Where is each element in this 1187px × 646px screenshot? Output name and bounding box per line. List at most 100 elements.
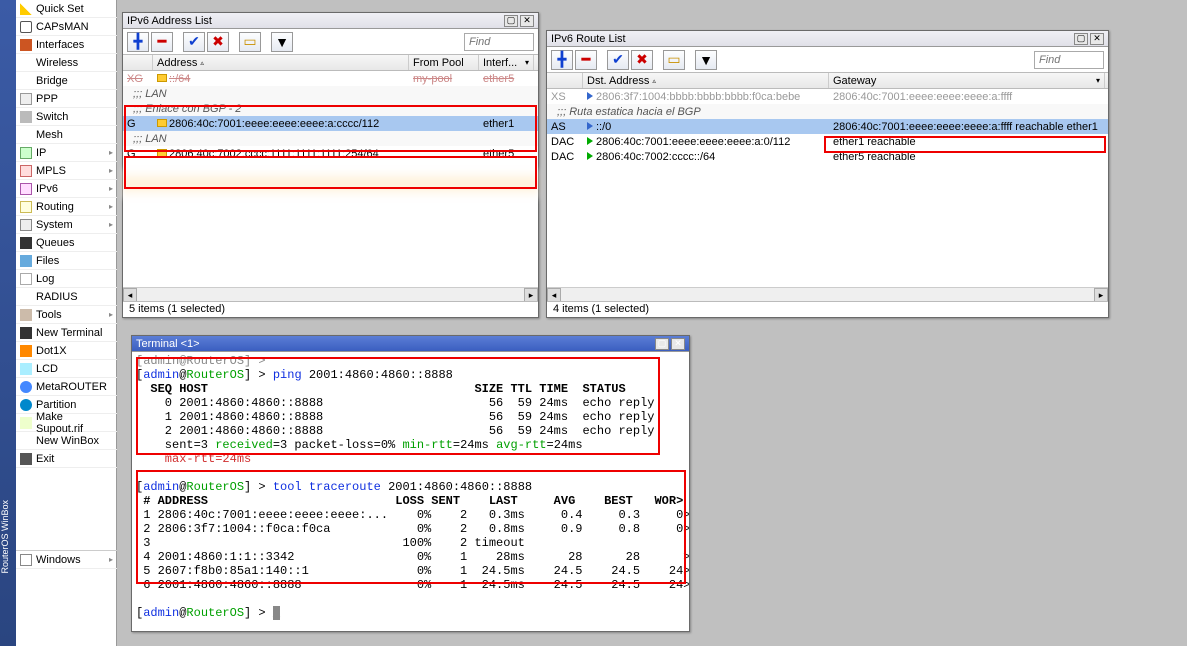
sidebar-item-label: Queues — [36, 237, 75, 249]
sidebar-item-dot1x[interactable]: Dot1X — [16, 342, 117, 360]
sidebar-item-interfaces[interactable]: Interfaces — [16, 36, 117, 54]
window-titlebar[interactable]: Terminal <1> ▢ ✕ — [132, 336, 689, 352]
sidebar-item-radius[interactable]: RADIUS — [16, 288, 117, 306]
sidebar-item-ipv6[interactable]: IPv6▸ — [16, 180, 117, 198]
ic-sys-icon — [20, 219, 32, 231]
sidebar-item-mesh[interactable]: Mesh — [16, 126, 117, 144]
sidebar-item-bridge[interactable]: Bridge — [16, 72, 117, 90]
table-row-comment[interactable]: ;;; LAN — [123, 86, 538, 101]
sidebar-item-files[interactable]: Files — [16, 252, 117, 270]
find-input[interactable] — [1034, 51, 1104, 69]
sidebar-item-label: MPLS — [36, 165, 66, 177]
horizontal-scrollbar[interactable]: ◂ ▸ — [547, 287, 1108, 301]
table-row[interactable]: XS2806:3f7:1004:bbbb:bbbb:bbbb:f0ca:bebe… — [547, 89, 1108, 104]
remove-button[interactable]: ━ — [575, 50, 597, 70]
sidebar-item-wireless[interactable]: Wireless — [16, 54, 117, 72]
enable-button[interactable]: ✔ — [183, 32, 205, 52]
table-row-comment[interactable]: ;;; Enlace con BGP - 2 — [123, 101, 538, 116]
sidebar-item-mpls[interactable]: MPLS ▸ — [16, 162, 117, 180]
ic-term-icon — [20, 327, 32, 339]
comment-button[interactable]: ▭ — [239, 32, 261, 52]
col-address[interactable]: Address▵ — [153, 55, 409, 70]
sidebar-item-windows[interactable]: Windows ▸ — [16, 551, 117, 569]
sidebar-item-system[interactable]: System▸ — [16, 216, 117, 234]
col-flags[interactable] — [123, 55, 153, 70]
scroll-right-button[interactable]: ▸ — [1094, 288, 1108, 302]
table-row-comment[interactable]: ;;; Ruta estatica hacia el BGP — [547, 104, 1108, 119]
add-button[interactable]: ╋ — [551, 50, 573, 70]
disable-button[interactable]: ✖ — [631, 50, 653, 70]
sidebar-item-lcd[interactable]: LCD — [16, 360, 117, 378]
table-row[interactable]: G2806:40c:7001:eeee:eeee:eeee:a:cccc/112… — [123, 116, 538, 131]
col-dst-address[interactable]: Dst. Address▵ — [583, 73, 829, 88]
window-title: IPv6 Address List — [127, 15, 502, 27]
find-input[interactable] — [464, 33, 534, 51]
ic-radius-icon — [20, 291, 32, 303]
table-row[interactable]: AS::/02806:40c:7001:eeee:eeee:eeee:a:fff… — [547, 119, 1108, 134]
sidebar-item-label: MetaROUTER — [36, 381, 107, 393]
enable-button[interactable]: ✔ — [607, 50, 629, 70]
ic-queue-icon — [20, 237, 32, 249]
sidebar-item-label: Dot1X — [36, 345, 67, 357]
sidebar-item-capsman[interactable]: CAPsMAN — [16, 18, 117, 36]
dock-button[interactable]: ▢ — [1074, 33, 1088, 45]
sidebar: RouterOS WinBox Quick SetCAPsMANInterfac… — [0, 0, 117, 646]
scroll-left-button[interactable]: ◂ — [123, 288, 137, 302]
table-body: XG::/64my-poolether5;;; LAN;;; Enlace co… — [123, 71, 538, 199]
table-row-comment[interactable]: ;;; LAN — [123, 131, 538, 146]
close-button[interactable]: ✕ — [520, 15, 534, 27]
table-row[interactable]: G2806:40c:7002:cccc:1111:1111:1111:254/6… — [123, 146, 538, 161]
close-button[interactable]: ✕ — [671, 338, 685, 350]
col-gateway[interactable]: Gateway▾ — [829, 73, 1105, 88]
window-titlebar[interactable]: IPv6 Route List ▢ ✕ — [547, 31, 1108, 47]
dock-button[interactable]: ▢ — [655, 338, 669, 350]
scroll-track[interactable] — [137, 288, 524, 301]
sidebar-item-routing[interactable]: Routing▸ — [16, 198, 117, 216]
table-row[interactable]: XG::/64my-poolether5 — [123, 71, 538, 86]
disable-button[interactable]: ✖ — [207, 32, 229, 52]
col-flags[interactable] — [547, 73, 583, 88]
sidebar-item-switch[interactable]: Switch — [16, 108, 117, 126]
col-from-pool[interactable]: From Pool — [409, 55, 479, 70]
table-row[interactable]: DAC2806:40c:7002:cccc::/64ether5 reachab… — [547, 149, 1108, 164]
filter-button[interactable]: ▼ — [271, 32, 293, 52]
close-button[interactable]: ✕ — [1090, 33, 1104, 45]
sidebar-item-ip[interactable]: IP▸ — [16, 144, 117, 162]
sidebar-item-log[interactable]: Log — [16, 270, 117, 288]
comment-button[interactable]: ▭ — [663, 50, 685, 70]
sidebar-item-queues[interactable]: Queues — [16, 234, 117, 252]
route-icon — [587, 152, 593, 160]
scroll-right-button[interactable]: ▸ — [524, 288, 538, 302]
sidebar-item-metarouter[interactable]: MetaROUTER — [16, 378, 117, 396]
sidebar-item-label: Tools — [36, 309, 62, 321]
sidebar-item-make-supout-rif[interactable]: Make Supout.rif — [16, 414, 117, 432]
ic-lcd-icon — [20, 363, 32, 375]
scroll-left-button[interactable]: ◂ — [547, 288, 561, 302]
col-interface[interactable]: Interf...▾ — [479, 55, 534, 70]
table-header: Address▵ From Pool Interf...▾ — [123, 55, 538, 71]
terminal-window: Terminal <1> ▢ ✕ [admin@RouterOS] > [adm… — [131, 335, 690, 632]
sidebar-item-quick-set[interactable]: Quick Set — [16, 0, 117, 18]
sidebar-item-label: New Terminal — [36, 327, 102, 339]
remove-button[interactable]: ━ — [151, 32, 173, 52]
window-titlebar[interactable]: IPv6 Address List ▢ ✕ — [123, 13, 538, 29]
side-strip: RouterOS WinBox — [0, 0, 16, 646]
sidebar-item-exit[interactable]: Exit — [16, 450, 117, 468]
sidebar-item-ppp[interactable]: PPP — [16, 90, 117, 108]
sidebar-item-label: Switch — [36, 111, 68, 123]
sidebar-item-new-winbox[interactable]: New WinBox — [16, 432, 117, 450]
chevron-right-icon: ▸ — [109, 166, 113, 175]
blurred-rows — [123, 169, 538, 199]
horizontal-scrollbar[interactable]: ◂ ▸ — [123, 287, 538, 301]
ipv6-route-list-window: IPv6 Route List ▢ ✕ ╋ ━ ✔ ✖ ▭ ▼ Dst. Add… — [546, 30, 1109, 318]
sidebar-item-tools[interactable]: Tools▸ — [16, 306, 117, 324]
filter-button[interactable]: ▼ — [695, 50, 717, 70]
dock-button[interactable]: ▢ — [504, 15, 518, 27]
terminal-body[interactable]: [admin@RouterOS] > [admin@RouterOS] > pi… — [132, 352, 689, 631]
table-row[interactable]: DAC2806:40c:7001:eeee:eeee:eeee:a:0/112e… — [547, 134, 1108, 149]
table-header: Dst. Address▵ Gateway▾ — [547, 73, 1108, 89]
sidebar-item-new-terminal[interactable]: New Terminal — [16, 324, 117, 342]
add-button[interactable]: ╋ — [127, 32, 149, 52]
table-body: XS2806:3f7:1004:bbbb:bbbb:bbbb:f0ca:bebe… — [547, 89, 1108, 164]
scroll-track[interactable] — [561, 288, 1094, 301]
